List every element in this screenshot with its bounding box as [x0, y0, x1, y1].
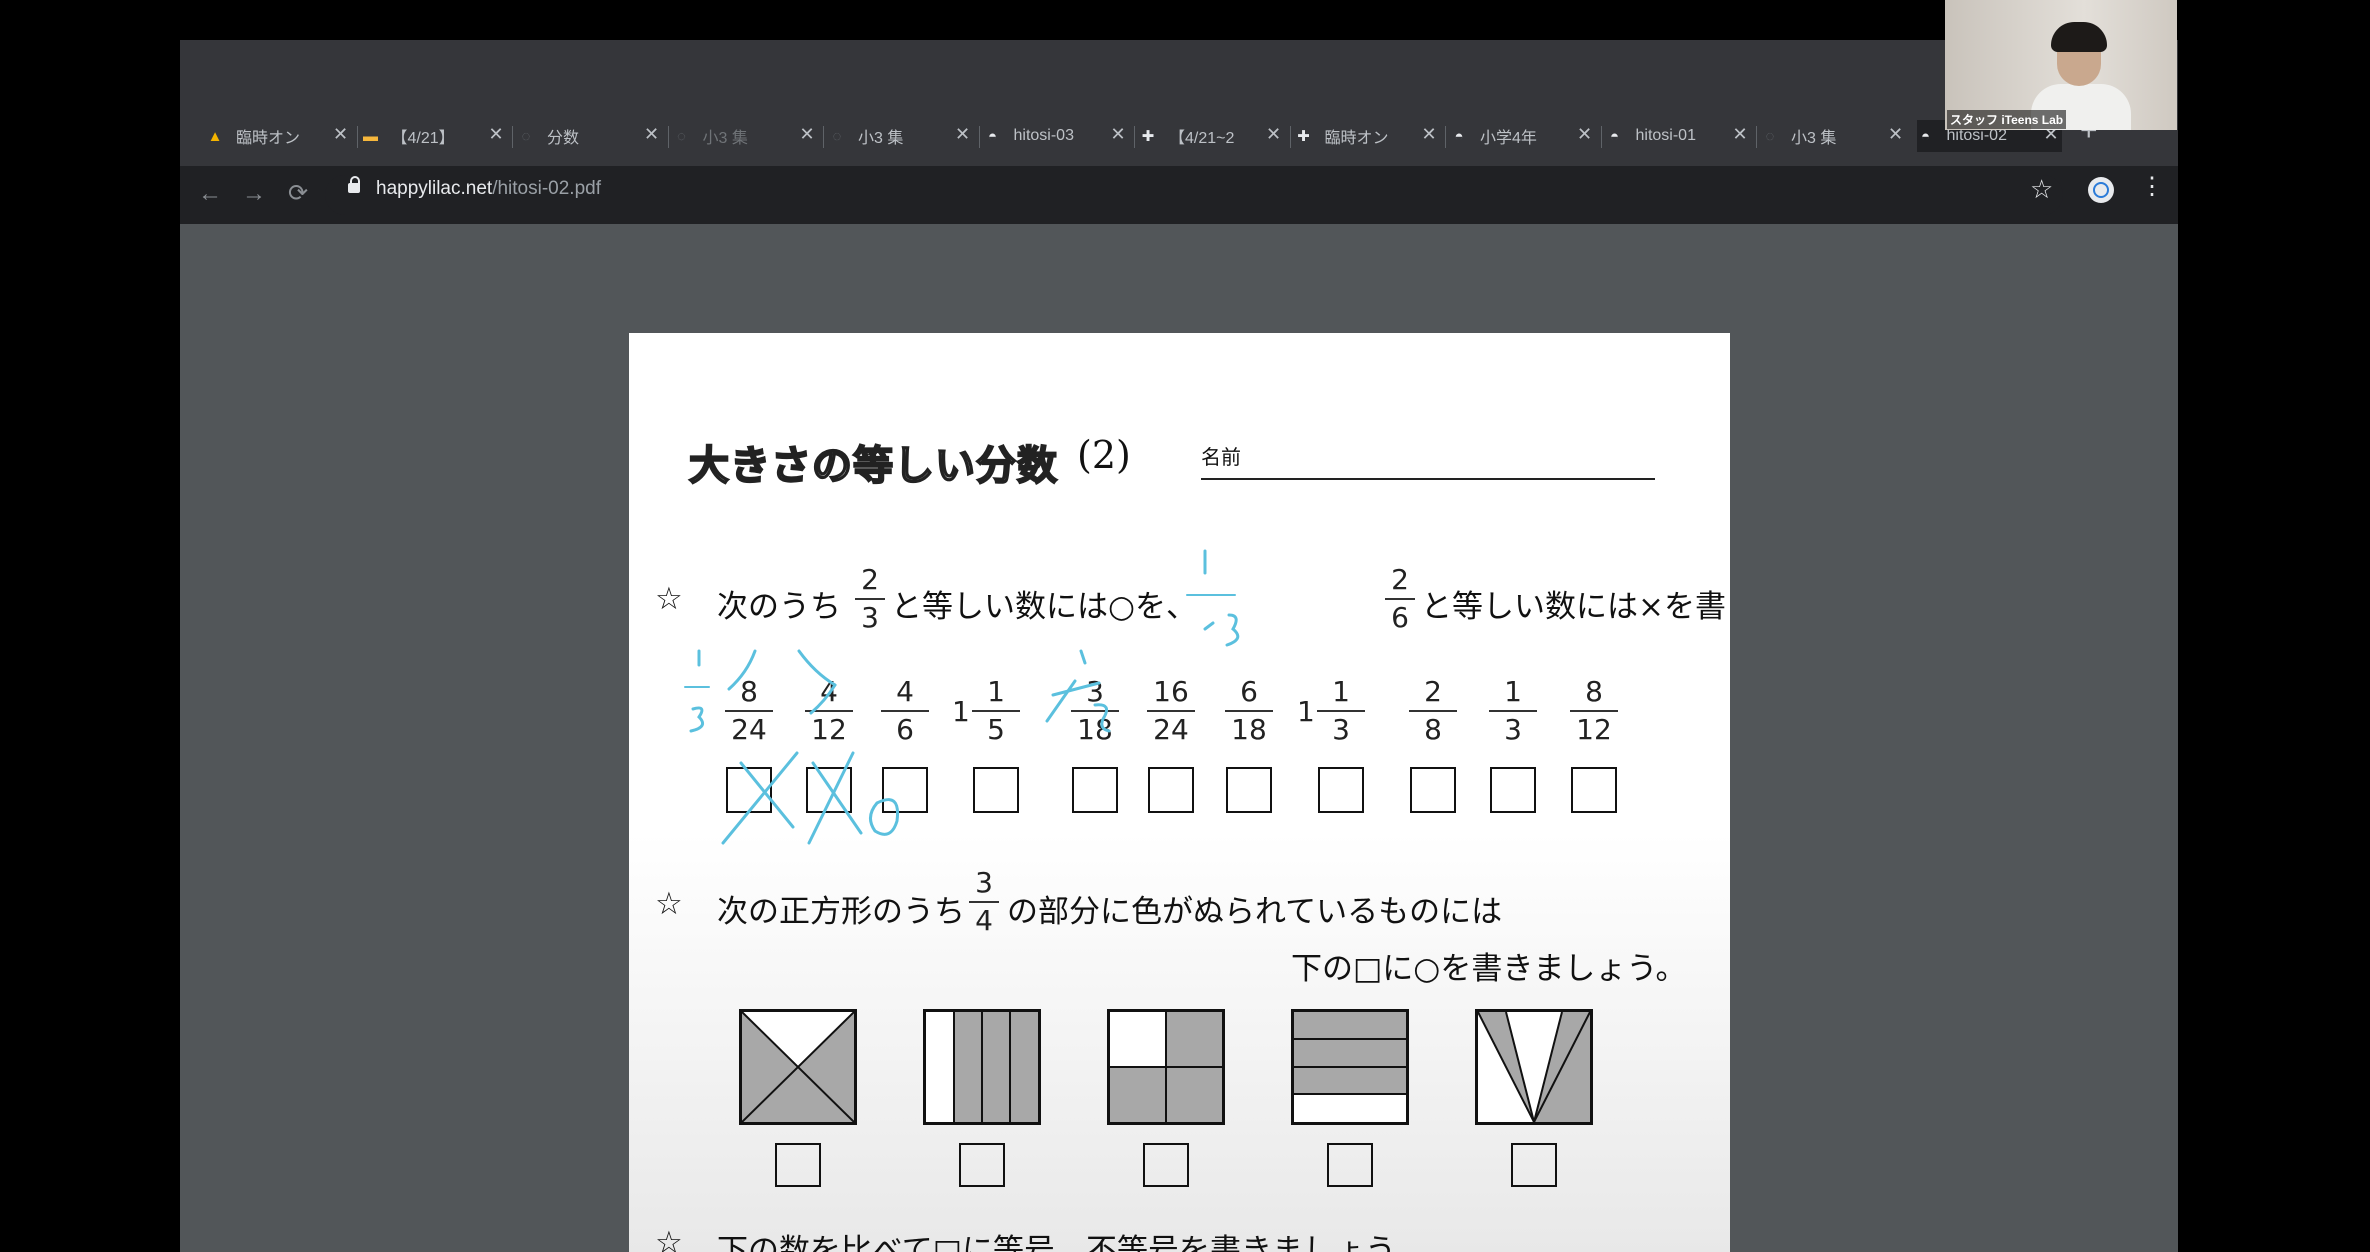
tab-label: 分数 [547, 130, 580, 147]
tab-9[interactable]: ◓ 小学4年 ✕ [1450, 120, 1596, 152]
happylilac-icon: ◓ [1920, 127, 1931, 145]
pdf-page: 大きさの等しい分数 (2) 名前 ☆ 次のうち 23 と等しい数には○を、 26… [629, 333, 1730, 1252]
tab-6[interactable]: ◓ hitosi-03 ✕ [984, 120, 1130, 152]
tab-close-icon[interactable]: ✕ [1729, 124, 1751, 145]
globe-icon: ◌ [521, 127, 531, 145]
tab-7[interactable]: ✚ 【4/21~2 ✕ [1139, 120, 1285, 152]
browser-window: ▲ 臨時オン ✕ ▬ 【4/21】 ✕ ◌ 分数 ✕ ◌ 小3 集 ✕ ◌ 小3 集 ✕ ◓ hitosi-03… [180, 40, 2178, 1252]
tab-label: 小3 集 [1791, 130, 1837, 147]
tab-5[interactable]: ◌ 小3 集 ✕ [828, 120, 974, 152]
happylilac-icon: ◓ [1609, 127, 1620, 145]
tab-label: 【4/21~2 [1169, 130, 1235, 147]
tab-close-icon[interactable]: ✕ [1263, 124, 1285, 145]
pdf-viewer[interactable]: 大きさの等しい分数 (2) 名前 ☆ 次のうち 23 と等しい数には○を、 26… [180, 224, 2178, 1252]
tab-2[interactable]: ▬ 【4/21】 ✕ [362, 120, 508, 152]
tab-8[interactable]: ✚ 臨時オン ✕ [1295, 120, 1441, 152]
menu-kebab-icon[interactable]: ⋮ [2140, 172, 2164, 201]
tab-label: hitosi-03 [1013, 127, 1074, 144]
tab-close-icon[interactable]: ✕ [641, 124, 663, 145]
tab-10[interactable]: ◓ hitosi-01 ✕ [1606, 120, 1752, 152]
tab-1[interactable]: ▲ 臨時オン ✕ [206, 120, 352, 152]
url-path: /hitosi-02.pdf [492, 178, 601, 199]
profile-avatar-icon[interactable] [2088, 177, 2114, 203]
tab-3[interactable]: ◌ 分数 ✕ [517, 120, 663, 152]
tab-label: 小3 集 [702, 130, 748, 147]
tab-close-icon[interactable]: ✕ [330, 124, 352, 145]
back-button[interactable]: ← [192, 176, 228, 212]
tab-label: 臨時オン [236, 130, 301, 147]
bookmark-star-icon[interactable]: ☆ [2030, 174, 2053, 205]
lock-icon [348, 176, 360, 193]
video-overlay: スタッフ iTeens Lab [1945, 0, 2177, 130]
happylilac-icon: ◓ [1454, 127, 1464, 145]
tab-strip: ▲ 臨時オン ✕ ▬ 【4/21】 ✕ ◌ 分数 ✕ ◌ 小3 集 ✕ ◌ 小3 集 ✕ ◓ hitosi-03… [180, 40, 2178, 166]
url-host: happylilac.net [376, 178, 493, 199]
globe-icon: ◌ [1765, 127, 1775, 145]
tab-close-icon[interactable]: ✕ [485, 124, 507, 145]
tab-label: hitosi-01 [1635, 127, 1696, 144]
slides-icon: ▬ [363, 127, 378, 145]
tab-label: 小学4年 [1480, 130, 1537, 147]
tab-close-icon[interactable]: ✕ [1885, 124, 1907, 145]
tab-close-icon[interactable]: ✕ [1574, 124, 1596, 145]
happylilac-icon: ◓ [987, 127, 998, 145]
cross-doc-icon: ✚ [1297, 128, 1310, 145]
tab-close-icon[interactable]: ✕ [952, 124, 974, 145]
cross-doc-icon: ✚ [1141, 128, 1155, 145]
tab-close-icon[interactable]: ✕ [796, 124, 818, 145]
tab-11[interactable]: ◌ 小3 集 ✕ [1761, 120, 1907, 152]
drive-icon: ▲ [207, 127, 223, 145]
address-toolbar: ← → ⟳ happylilac.net/hitosi-02.pdf ☆ ⋮ [180, 166, 2178, 224]
reload-button[interactable]: ⟳ [280, 176, 316, 212]
tab-label: 小3 集 [858, 130, 904, 147]
tab-label: 【4/21】 [391, 130, 455, 147]
tab-4[interactable]: ◌ 小3 集 ✕ [673, 120, 819, 152]
handwritten-annotations [684, 549, 1240, 845]
tab-label: 臨時オン [1324, 130, 1389, 147]
tab-close-icon[interactable]: ✕ [1107, 124, 1129, 145]
globe-icon: ◌ [677, 127, 686, 145]
video-label: スタッフ iTeens Lab [1947, 110, 2067, 129]
globe-icon: ◌ [832, 127, 842, 145]
url-text[interactable]: happylilac.net/hitosi-02.pdf [376, 178, 601, 200]
tab-close-icon[interactable]: ✕ [1418, 124, 1440, 145]
forward-button[interactable]: → [236, 176, 272, 212]
